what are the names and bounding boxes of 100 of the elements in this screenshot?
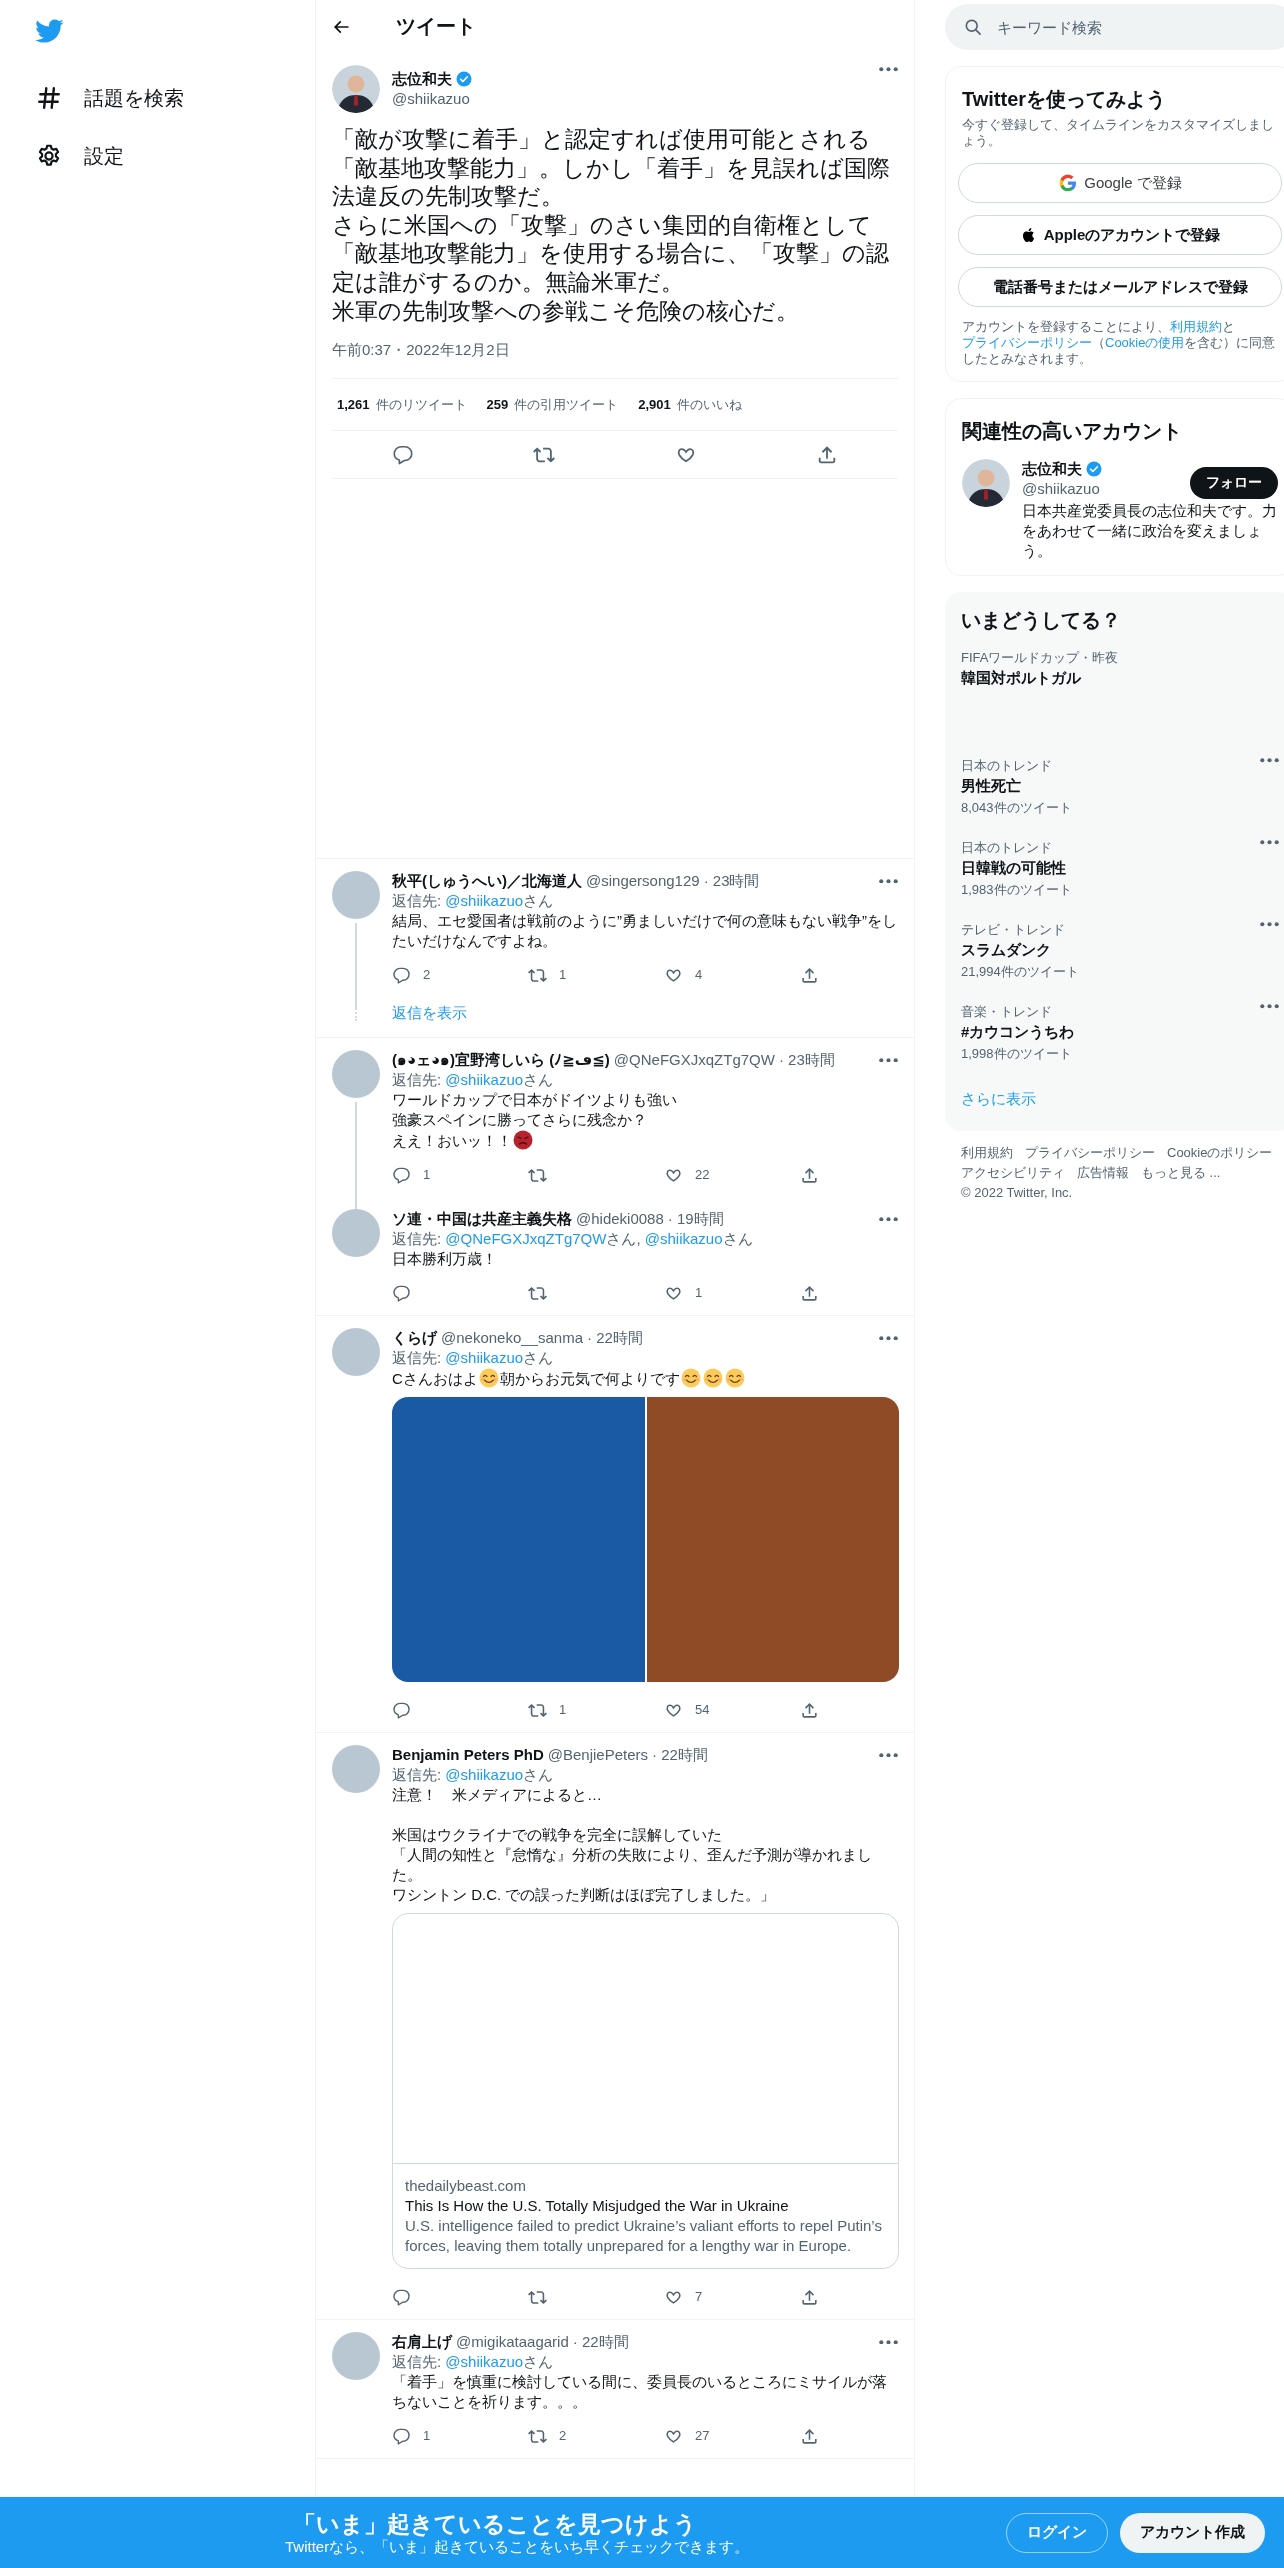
- more-button[interactable]: [879, 1335, 898, 1341]
- copyright: © 2022 Twitter, Inc.: [961, 1185, 1073, 1201]
- card-domain: thedailybeast.com: [405, 2176, 527, 2197]
- reply-time: · 19時間: [667, 1209, 724, 1230]
- user-name[interactable]: 秋平(しゅうへい)／北海道人: [392, 871, 582, 892]
- account-handle[interactable]: @shiikazuo: [1022, 479, 1103, 499]
- reply-icon: [392, 2426, 411, 2446]
- reply-to-line: 返信先: @QNeFGXJxqZTg7QWさん, @shiikazuoさん: [392, 1229, 754, 1250]
- reply-icon: [392, 1283, 411, 1303]
- user-name[interactable]: Benjamin Peters PhD: [392, 1745, 544, 1766]
- search-field[interactable]: キーワード検索: [945, 4, 1284, 50]
- reply-time: · 22時間: [587, 1328, 643, 1349]
- reply-button[interactable]: 2: [392, 959, 431, 992]
- more-button[interactable]: [879, 1216, 898, 1222]
- stat-link[interactable]: 1,261 件のリツイート: [337, 395, 467, 414]
- hashtag-icon: [36, 85, 62, 111]
- reply-text: ええ！おいッ！！: [392, 1130, 898, 1152]
- smiling-face-icon: [478, 1368, 499, 1389]
- reply-to-line: 返信先: @shiikazuoさん: [392, 1070, 555, 1091]
- trend-item[interactable]: テレビ・トレンド スラムダンク 21,994件のツイート: [945, 922, 1284, 1004]
- reply-icon: [392, 965, 411, 985]
- reply-time: · 23時間: [778, 1050, 835, 1071]
- like-button[interactable]: 7: [664, 2281, 703, 2314]
- footer-link[interactable]: もっと見る ...: [1141, 1165, 1221, 1181]
- legal-text: アカウントを登録することにより、利用規約 と プライバシーポリシー（Cookieの使用を含む）に同意したとみなされます。: [962, 319, 1277, 367]
- user-handle[interactable]: @BenjiePeters: [547, 1745, 648, 1766]
- retweet-button[interactable]: 1: [528, 959, 567, 992]
- trend-item[interactable]: FIFAワールドカップ・昨夜 韓国対ポルトガル: [945, 650, 1284, 758]
- trend-item[interactable]: 音楽・トレンド #カウコンうちわ 1,998件のツイート: [945, 1004, 1284, 1086]
- link-card[interactable]: [392, 1913, 899, 2270]
- share-icon: [800, 965, 819, 985]
- more-icon: [879, 878, 898, 884]
- reply-to-line: 返信先: @shiikazuoさん: [392, 2352, 555, 2373]
- more-icon: [879, 1335, 898, 1341]
- like-button[interactable]: 54: [664, 1694, 710, 1727]
- more-button[interactable]: [879, 1752, 898, 1758]
- user-handle[interactable]: @QNeFGXJxqZTg7QW: [613, 1050, 775, 1071]
- like-button[interactable]: 22: [664, 1159, 710, 1192]
- retweet-button[interactable]: 1: [528, 1694, 567, 1727]
- footer-link[interactable]: アクセシビリティ: [961, 1165, 1065, 1181]
- footer-link[interactable]: 広告情報: [1077, 1165, 1129, 1181]
- user-handle[interactable]: @nekoneko__sanma: [441, 1328, 583, 1349]
- more-button[interactable]: [879, 1057, 898, 1063]
- trend-item[interactable]: 日本のトレンド 男性死亡 8,043件のツイート: [945, 758, 1284, 840]
- user-name[interactable]: くらげ: [392, 1328, 437, 1349]
- card-subtitle: 今すぐ登録して、タイムラインをカスタマイズしましょう。: [962, 117, 1275, 149]
- follow-button[interactable]: フォロー: [1190, 467, 1278, 499]
- share-icon: [800, 2426, 819, 2446]
- user-name[interactable]: (๑◕ェ◕๑)宜野湾しいら (ﾉ≧ڡ≦): [392, 1050, 610, 1071]
- footer-link[interactable]: 利用規約: [961, 1145, 1013, 1161]
- nav-item[interactable]: 設定: [34, 140, 124, 172]
- more-button[interactable]: [879, 67, 898, 72]
- account-name[interactable]: 志位和夫: [1022, 459, 1082, 479]
- reply-icon: [392, 1700, 411, 1720]
- stat-link[interactable]: 259 件の引用ツイート: [486, 395, 619, 414]
- user-handle[interactable]: @hideki0088: [576, 1209, 664, 1230]
- nav-item[interactable]: 話題を検索: [34, 82, 184, 114]
- footer-link[interactable]: Cookieのポリシー: [1167, 1145, 1273, 1161]
- reply-button[interactable]: 1: [392, 2420, 431, 2453]
- reply-text: 「人間の知性と『怠惰な』分析の失敗により、歪んだ予測が導かれました。: [392, 1845, 873, 1886]
- user-name[interactable]: ソ連・中国は共産主義失格: [392, 1209, 572, 1230]
- reply-time: · 23時間: [703, 871, 760, 892]
- more-button[interactable]: [879, 878, 898, 884]
- tweet-text: 「敵が攻撃に着手」と認定すれば使用可能とされる「敵基地攻撃能力」。しかし「着手」を見誤れば国際法違反の先制攻撃だ。: [332, 125, 891, 211]
- retweet-button[interactable]: 2: [528, 2420, 567, 2453]
- reply-text: 日本勝利万歳！: [392, 1249, 498, 1270]
- like-button[interactable]: 4: [664, 959, 703, 992]
- tweet-text: 米軍の先制攻撃への参戦こそ危険の核心だ。: [332, 296, 800, 326]
- share-icon: [800, 1700, 819, 1720]
- user-handle[interactable]: @singersong129: [586, 871, 700, 892]
- reply-button[interactable]: 1: [392, 1159, 431, 1192]
- share-icon: [800, 1283, 819, 1303]
- reply-icon: [392, 1165, 411, 1185]
- footer-link[interactable]: プライバシーポリシー: [1025, 1145, 1155, 1161]
- smiling-face-icon: [680, 1368, 701, 1389]
- more-icon: [879, 1216, 898, 1222]
- stat-link[interactable]: 2,901 件のいいね: [638, 395, 742, 414]
- account-bio: 日本共産党委員長の志位和夫です。力をあわせて一緒に政治を変えましょう。: [1022, 501, 1278, 561]
- search-icon: [963, 17, 983, 37]
- reply-text: ワシントン D.C. での誤った判断はほぼ完了しました。」: [392, 1885, 777, 1906]
- card-title: Twitterを使ってみよう: [962, 87, 1168, 111]
- reply-text: 結局、エセ愛国者は戦前のように”勇ましいだけで何の意味もない戦争”をしたいだけなんですよね。: [392, 911, 898, 952]
- author-name: 志位和夫: [392, 69, 452, 89]
- reply-text: 強豪スペインに勝ってさらに残念か？: [392, 1110, 648, 1131]
- more-button[interactable]: [879, 2339, 898, 2345]
- user-name[interactable]: 右肩上げ: [392, 2332, 452, 2353]
- trend-item[interactable]: 日本のトレンド 日韓戦の可能性 1,983件のツイート: [945, 840, 1284, 922]
- banner-title: 「いま」起きていることを見つけよう: [292, 2509, 698, 2538]
- card-title: This Is How the U.S. Totally Misjudged the War in Ukraine: [405, 2196, 790, 2217]
- smiling-face-icon: [702, 1368, 723, 1389]
- signup-button[interactable]: アカウント作成: [1120, 2512, 1265, 2553]
- card-description: U.S. intelligence failed to predict Ukraine’s valiant efforts to repel Putin’s forces, leaving them totally unprepared for a lengthy war in Europe.: [405, 2216, 883, 2257]
- reply-icon: [392, 2287, 411, 2307]
- user-handle[interactable]: @migikataagarid: [456, 2332, 569, 2353]
- like-button[interactable]: 1: [664, 1277, 703, 1310]
- smiling-face-icon: [724, 1368, 745, 1389]
- reply-time: · 22時間: [572, 2332, 629, 2353]
- more-icon: [879, 2339, 898, 2345]
- reply-to-line: 返信先: @shiikazuoさん: [392, 891, 555, 912]
- like-button[interactable]: 27: [664, 2420, 710, 2453]
